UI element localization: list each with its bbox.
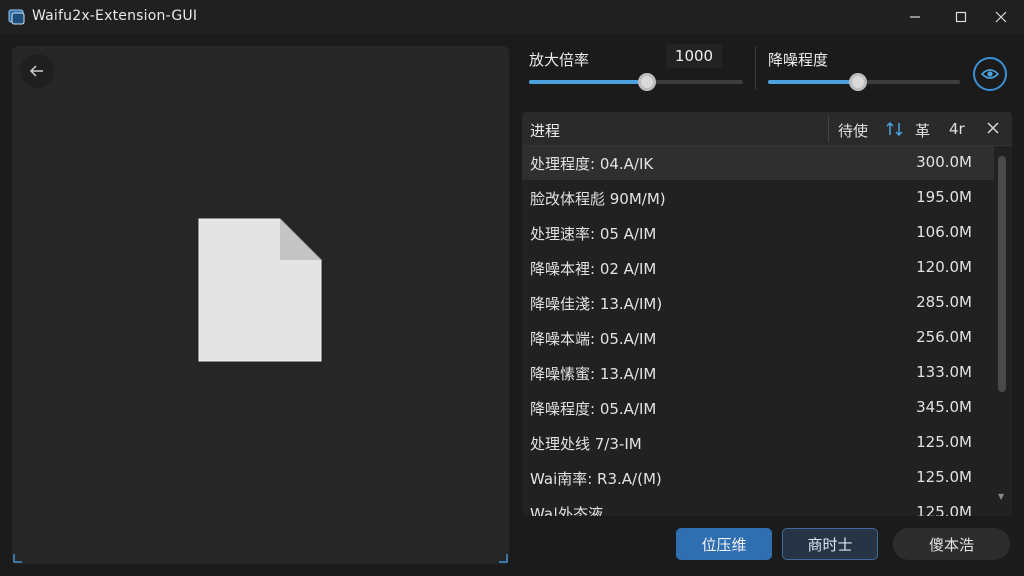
list-item-name: 降噪程度: 05.A/IM bbox=[530, 400, 657, 418]
list-item-name: Wai南率: R3.A/(M) bbox=[530, 470, 662, 488]
scale-label: 放大倍率 bbox=[529, 51, 590, 69]
list-item[interactable]: 降噪愫蜜: 13.A/IM 133.0M bbox=[522, 356, 994, 390]
sort-icon[interactable] bbox=[886, 122, 904, 136]
minimize-button[interactable] bbox=[892, 0, 938, 34]
header-col-extra[interactable]: 4r bbox=[949, 120, 965, 138]
close-button[interactable] bbox=[978, 0, 1024, 34]
settings-button[interactable]: 傻本浩 bbox=[893, 528, 1010, 560]
clear-list-icon[interactable] bbox=[986, 121, 1000, 135]
list-item-size: 125.0M bbox=[916, 433, 972, 451]
eye-icon bbox=[981, 69, 999, 79]
list-item[interactable]: 降噪本端: 05.A/IM 256.0M bbox=[522, 321, 994, 355]
app-icon bbox=[8, 9, 25, 25]
start-button[interactable]: 位压维 bbox=[676, 528, 772, 560]
list-item-size: 300.0M bbox=[916, 153, 972, 171]
list-item-size: 133.0M bbox=[916, 363, 972, 381]
list-item-name: 处理处线 7/3-IM bbox=[530, 435, 642, 453]
list-item-size: 125.0M bbox=[916, 503, 972, 516]
list-scrollbar[interactable]: ▼ bbox=[996, 156, 1008, 501]
header-divider bbox=[828, 116, 829, 142]
task-list: 进程 待使 革 4r 处理程度: 04.A/IK 300.0M 脸改体程彪 90M/… bbox=[522, 112, 1012, 516]
list-rows: 处理程度: 04.A/IK 300.0M 脸改体程彪 90M/M) 195.0M 处理速… bbox=[522, 146, 994, 516]
pause-button[interactable]: 商时士 bbox=[782, 528, 878, 560]
list-item-size: 120.0M bbox=[916, 258, 972, 276]
scale-value-field[interactable]: 1000 bbox=[666, 44, 722, 68]
resize-corner-icon bbox=[499, 554, 508, 563]
list-item-size: 285.0M bbox=[916, 293, 972, 311]
list-item-name: 降噪佳淺: 13.A/IM) bbox=[530, 295, 663, 313]
scale-slider[interactable] bbox=[529, 73, 743, 91]
scrollbar-thumb[interactable] bbox=[998, 156, 1006, 392]
scroll-down-icon[interactable]: ▼ bbox=[998, 492, 1004, 501]
list-item-name: 降噪愫蜜: 13.A/IM bbox=[530, 365, 657, 383]
list-item[interactable]: 处理程度: 04.A/IK 300.0M bbox=[522, 146, 994, 180]
list-item[interactable]: 降噪佳淺: 13.A/IM) 285.0M bbox=[522, 286, 994, 320]
title-bar: Waifu2x-Extension-GUI bbox=[0, 0, 1024, 34]
list-item-name: 降噪本裡: 02 A/IM bbox=[530, 260, 657, 278]
list-item-name: 脸改体程彪 90M/M) bbox=[530, 190, 666, 208]
list-item[interactable]: 处理速率: 05 A/IM 106.0M bbox=[522, 216, 994, 250]
list-item-name: 处理速率: 05 A/IM bbox=[530, 225, 657, 243]
slider-thumb[interactable] bbox=[849, 73, 868, 91]
list-item[interactable]: 处理处线 7/3-IM 125.0M bbox=[522, 426, 994, 460]
list-item[interactable]: Wai南率: R3.A/(M) 125.0M bbox=[522, 461, 994, 495]
list-item[interactable]: 降噪程度: 05.A/IM 345.0M bbox=[522, 391, 994, 425]
preview-pane[interactable] bbox=[12, 46, 509, 564]
arrow-left-icon bbox=[29, 65, 43, 77]
list-item-size: 106.0M bbox=[916, 223, 972, 241]
list-header-title: 进程 bbox=[530, 122, 561, 140]
list-item-name: 处理程度: 04.A/IK bbox=[530, 155, 654, 173]
control-divider bbox=[755, 46, 756, 90]
resize-corner-icon bbox=[13, 554, 22, 563]
list-item-size: 256.0M bbox=[916, 328, 972, 346]
slider-thumb[interactable] bbox=[637, 73, 656, 91]
list-item[interactable]: Wa|外态液 125.0M bbox=[522, 496, 994, 516]
list-header: 进程 待使 革 4r bbox=[522, 112, 1012, 146]
header-col-pending[interactable]: 待使 bbox=[838, 120, 868, 141]
file-icon bbox=[198, 218, 322, 362]
list-item[interactable]: 脸改体程彪 90M/M) 195.0M bbox=[522, 181, 994, 215]
denoise-label: 降噪程度 bbox=[768, 51, 829, 69]
back-button[interactable] bbox=[20, 54, 54, 88]
list-item-size: 345.0M bbox=[916, 398, 972, 416]
header-col-rate[interactable]: 革 bbox=[915, 120, 930, 141]
denoise-slider[interactable] bbox=[768, 73, 960, 91]
close-icon bbox=[995, 11, 1007, 23]
list-item-size: 195.0M bbox=[916, 188, 972, 206]
list-item[interactable]: 降噪本裡: 02 A/IM 120.0M bbox=[522, 251, 994, 285]
minimize-icon bbox=[910, 16, 920, 18]
maximize-icon bbox=[955, 11, 967, 23]
preview-toggle-button[interactable] bbox=[973, 57, 1007, 91]
slider-fill bbox=[768, 80, 859, 84]
list-item-name: Wa|外态液 bbox=[530, 505, 604, 516]
list-item-name: 降噪本端: 05.A/IM bbox=[530, 330, 657, 348]
main-window: 放大倍率 1000 降噪程度 进程 待使 革 4r 处理程度: 04.A/IK … bbox=[0, 34, 1024, 576]
window-title: Waifu2x-Extension-GUI bbox=[32, 8, 198, 24]
list-item-size: 125.0M bbox=[916, 468, 972, 486]
slider-fill bbox=[529, 80, 647, 84]
